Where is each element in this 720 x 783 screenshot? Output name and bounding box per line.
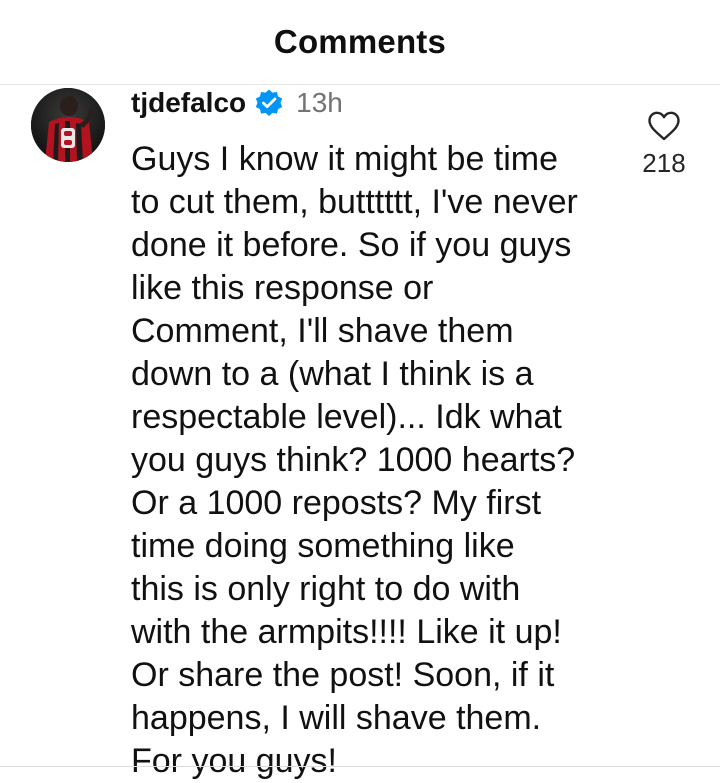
username[interactable]: tjdefalco [131, 87, 246, 119]
verified-badge-icon [254, 88, 284, 118]
comment-body: Guys I know it might be time to cut them… [131, 140, 578, 780]
comment-item: tjdefalco 13h Guys I know it might be ti… [0, 84, 720, 780]
like-section: 218 [628, 110, 700, 179]
heart-outline-icon[interactable] [647, 110, 681, 142]
avatar-image [31, 88, 105, 162]
comments-header: Comments [0, 0, 720, 85]
comment-timestamp: 13h [296, 87, 343, 118]
like-count: 218 [642, 148, 686, 178]
page-title: Comments [273, 23, 447, 60]
avatar[interactable] [31, 88, 105, 162]
comment-meta: tjdefalco 13h [131, 86, 343, 120]
